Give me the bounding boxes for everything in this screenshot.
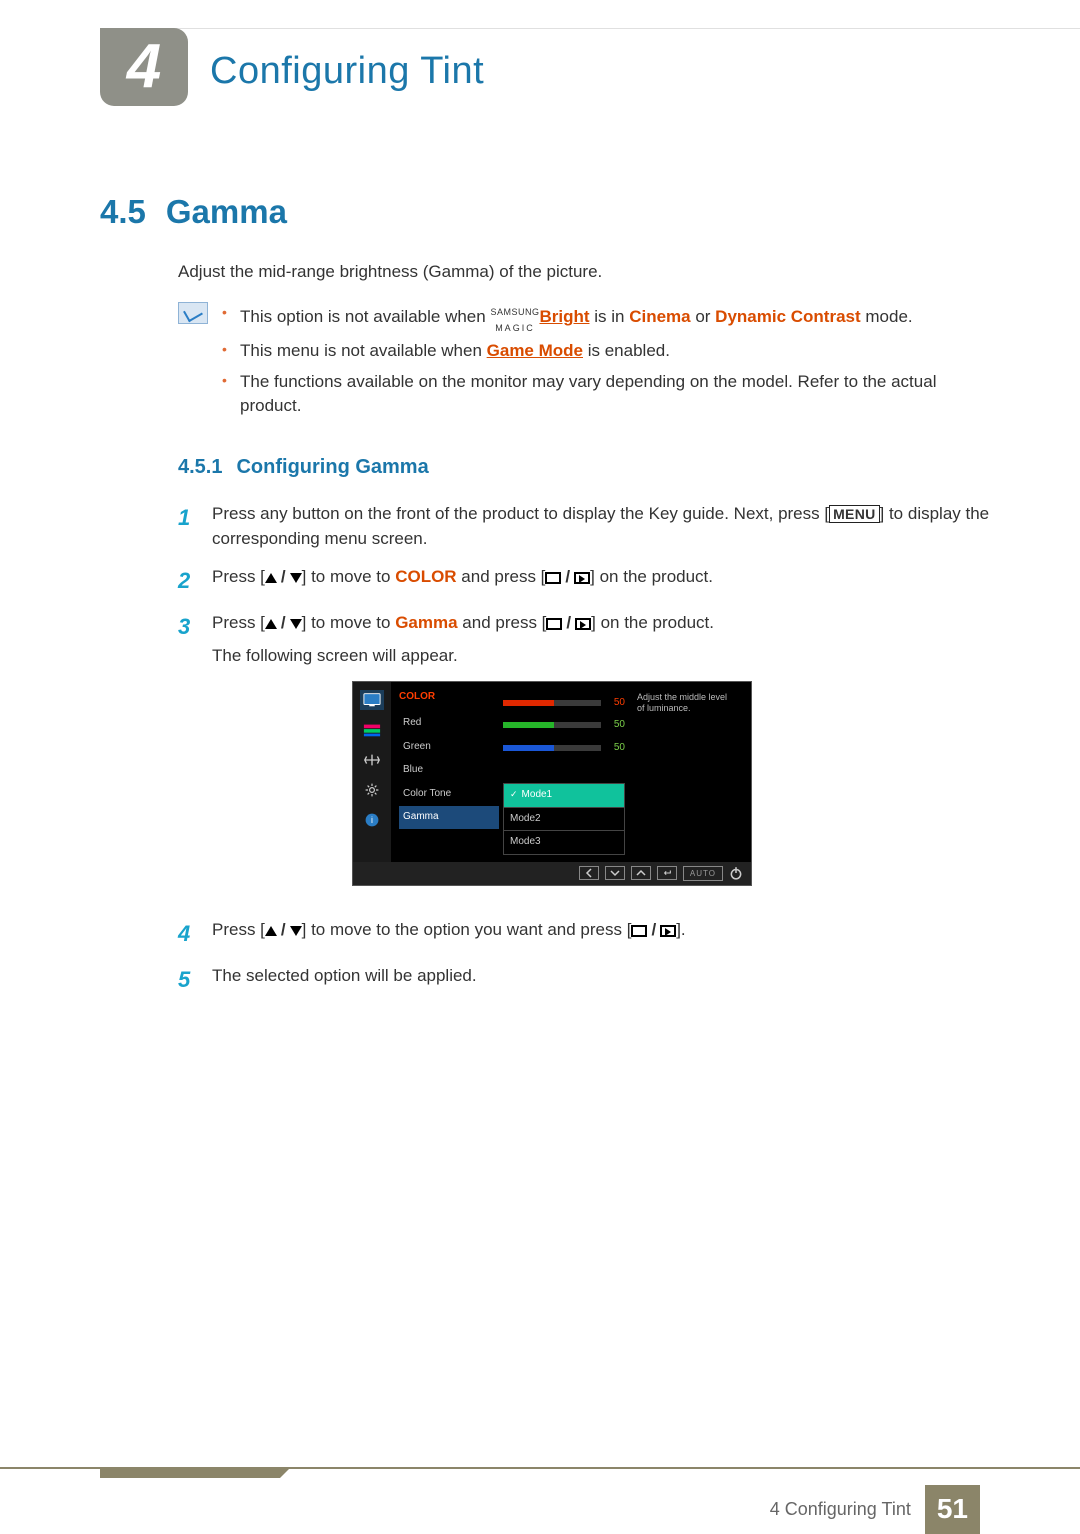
- magic-bright-label: Bright: [539, 307, 589, 326]
- osd-item-green[interactable]: Green: [399, 736, 499, 759]
- osd-tab-info-icon[interactable]: i: [360, 810, 384, 830]
- game-mode-label: Game Mode: [487, 341, 583, 360]
- osd-item-blue[interactable]: Blue: [399, 759, 499, 782]
- osd-nav-down-icon[interactable]: [605, 866, 625, 880]
- svg-text:i: i: [371, 815, 373, 825]
- top-rule: [100, 28, 1080, 29]
- gamma-label: Gamma: [395, 613, 457, 632]
- step-1: Press any button on the front of the pro…: [212, 502, 1000, 551]
- up-down-icon: /: [265, 565, 302, 590]
- osd-nav-up-icon[interactable]: [631, 866, 651, 880]
- color-label: COLOR: [395, 567, 456, 586]
- note-list: This option is not available when SAMSUN…: [222, 302, 1000, 425]
- text: and press [: [458, 613, 547, 632]
- osd-mode3[interactable]: Mode3: [503, 830, 625, 855]
- section-number: 4.5: [100, 188, 146, 236]
- step-number: 3: [178, 611, 198, 904]
- text: or: [691, 307, 716, 326]
- osd-blue-value: 50: [607, 741, 625, 756]
- osd-footer: AUTO: [353, 862, 751, 886]
- osd-auto-button[interactable]: AUTO: [683, 866, 723, 882]
- step-5: The selected option will be applied.: [212, 964, 1000, 996]
- osd-power-icon[interactable]: [729, 866, 743, 880]
- source-enter-icon: /: [631, 918, 676, 943]
- chapter-title: Configuring Tint: [210, 44, 484, 99]
- text: Press [: [212, 567, 265, 586]
- note-item-2: This menu is not available when Game Mod…: [222, 339, 1000, 364]
- note-item-1: This option is not available when SAMSUN…: [222, 302, 1000, 333]
- text: ].: [676, 920, 685, 939]
- step-number: 2: [178, 565, 198, 597]
- step-number: 1: [178, 502, 198, 551]
- step-3: Press [/] to move to Gamma and press [/]…: [212, 611, 1000, 904]
- text: is in: [590, 307, 630, 326]
- osd-green-value: 50: [607, 718, 625, 733]
- osd-values: 50 50 50 Mode1 Mode2 Mode3: [499, 682, 629, 862]
- up-down-icon: /: [265, 918, 302, 943]
- osd-enter-icon[interactable]: [657, 866, 677, 880]
- step-number: 5: [178, 964, 198, 996]
- mode-dynamic-contrast: Dynamic Contrast: [715, 307, 860, 326]
- footer-label: 4 Configuring Tint: [770, 1496, 911, 1522]
- section-intro: Adjust the mid-range brightness (Gamma) …: [178, 260, 1000, 285]
- page-number: 51: [925, 1485, 980, 1534]
- section-title: Gamma: [166, 188, 287, 236]
- note-item-3: The functions available on the monitor m…: [222, 370, 1000, 419]
- text: and press [: [457, 567, 546, 586]
- osd-item-list: COLOR Red Green Blue Color Tone Gamma: [391, 682, 499, 862]
- step-number: 4: [178, 918, 198, 950]
- note-icon: [178, 302, 208, 324]
- text: ] to move to: [302, 613, 396, 632]
- osd-red-value: 50: [607, 696, 625, 711]
- text: ] on the product.: [590, 567, 713, 586]
- text: This menu is not available when: [240, 341, 487, 360]
- text: Press any button on the front of the pro…: [212, 504, 829, 523]
- footer-accent: [100, 1468, 280, 1478]
- osd-category: COLOR: [399, 690, 499, 705]
- osd-tab-resize-icon[interactable]: [360, 750, 384, 770]
- source-enter-icon: /: [545, 565, 590, 590]
- source-enter-icon: /: [546, 611, 591, 636]
- mode-cinema: Cinema: [629, 307, 690, 326]
- osd-menu: i COLOR Red Green Blue Color Tone Gamma: [352, 681, 752, 887]
- subsection-title: Configuring Gamma: [236, 453, 428, 482]
- up-down-icon: /: [265, 611, 302, 636]
- osd-item-colortone[interactable]: Color Tone: [399, 783, 499, 806]
- text: is enabled.: [583, 341, 670, 360]
- text: This option is not available when: [240, 307, 490, 326]
- chapter-number-badge: 4: [100, 28, 188, 106]
- step-2: Press [/] to move to COLOR and press [/]…: [212, 565, 1000, 597]
- text: Press [: [212, 613, 265, 632]
- text: ] on the product.: [591, 613, 714, 632]
- step-4: Press [/] to move to the option you want…: [212, 918, 1000, 950]
- osd-help-text: Adjust the middle level of luminance.: [629, 682, 737, 862]
- text: ] to move to: [302, 567, 396, 586]
- osd-tab-picture-icon[interactable]: [360, 690, 384, 710]
- text: ] to move to the option you want and pre…: [302, 920, 632, 939]
- page-footer: 4 Configuring Tint 51: [0, 1467, 1080, 1527]
- osd-mode2[interactable]: Mode2: [503, 807, 625, 832]
- osd-mode1[interactable]: Mode1: [503, 783, 625, 808]
- osd-nav-left-icon[interactable]: [579, 866, 599, 880]
- menu-button-label: MENU: [829, 505, 879, 523]
- text: mode.: [861, 307, 913, 326]
- osd-tab-settings-icon[interactable]: [360, 780, 384, 800]
- osd-item-red[interactable]: Red: [399, 712, 499, 735]
- step-3-appear: The following screen will appear.: [212, 644, 1000, 669]
- osd-tab-color-icon[interactable]: [360, 720, 384, 740]
- subsection-number: 4.5.1: [178, 453, 222, 482]
- samsung-magic-label: SAMSUNGMAGIC: [490, 302, 539, 333]
- text: Press [: [212, 920, 265, 939]
- osd-sidebar: i: [353, 682, 391, 862]
- osd-item-gamma[interactable]: Gamma: [399, 806, 499, 829]
